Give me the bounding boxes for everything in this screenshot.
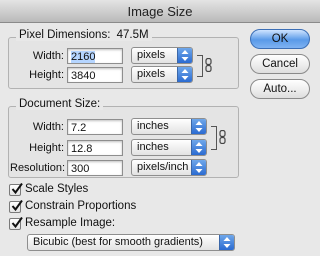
checkmark-icon: [11, 200, 23, 212]
resample-image-label: Resample Image:: [25, 217, 116, 229]
cancel-button[interactable]: Cancel: [250, 54, 310, 74]
document-size-title: Document Size:: [16, 98, 104, 110]
pixel-dimensions-size: 47.5M: [116, 29, 149, 41]
chain-link-icon: [205, 57, 212, 75]
document-link-bracket: [211, 126, 217, 150]
chevron-updown-icon: [177, 67, 192, 82]
resample-image-checkbox[interactable]: [9, 217, 23, 230]
checkmark-icon: [11, 183, 23, 195]
constrain-proportions-label: Constrain Proportions: [25, 200, 137, 212]
doc-width-label: Width:: [32, 121, 64, 133]
pixel-height-input[interactable]: 3840: [67, 67, 123, 83]
resolution-input[interactable]: 300: [67, 160, 123, 176]
pixel-width-input[interactable]: 2160: [67, 48, 123, 64]
chevron-updown-icon: [177, 48, 192, 63]
pixel-link-bracket: [197, 55, 203, 77]
pixel-height-unit-select[interactable]: pixels: [131, 66, 193, 83]
checkmark-icon: [11, 217, 23, 229]
resolution-unit-select[interactable]: pixels/inch: [131, 159, 207, 176]
title-bar[interactable]: Image Size: [0, 0, 320, 23]
chevron-updown-icon: [191, 160, 206, 175]
chevron-updown-icon: [191, 119, 206, 134]
auto-button[interactable]: Auto...: [250, 79, 310, 99]
image-size-dialog: Image Size Pixel Dimensions: 47.5M Width…: [0, 0, 320, 256]
scale-styles-checkbox[interactable]: [9, 183, 23, 196]
pixel-height-label: Height:: [29, 69, 64, 81]
pixel-width-label: Width:: [32, 50, 64, 62]
resample-method-select[interactable]: Bicubic (best for smooth gradients): [27, 234, 235, 251]
scale-styles-label: Scale Styles: [25, 183, 89, 195]
doc-width-unit-select[interactable]: inches: [131, 118, 207, 135]
chevron-updown-icon: [219, 235, 234, 250]
resolution-label: Resolution:: [10, 162, 66, 174]
constrain-proportions-checkbox[interactable]: [9, 200, 23, 213]
doc-height-input[interactable]: 12.8: [67, 140, 123, 156]
doc-height-unit-select[interactable]: inches: [131, 139, 207, 156]
pixel-width-unit-select[interactable]: pixels: [131, 47, 193, 64]
doc-height-label: Height:: [29, 142, 64, 154]
window-title: Image Size: [127, 4, 193, 19]
doc-width-input[interactable]: 7.2: [67, 119, 123, 135]
ok-button[interactable]: OK: [250, 29, 310, 49]
chain-link-icon: [219, 129, 226, 147]
chevron-updown-icon: [191, 140, 206, 155]
pixel-dimensions-title: Pixel Dimensions: 47.5M: [16, 29, 152, 41]
